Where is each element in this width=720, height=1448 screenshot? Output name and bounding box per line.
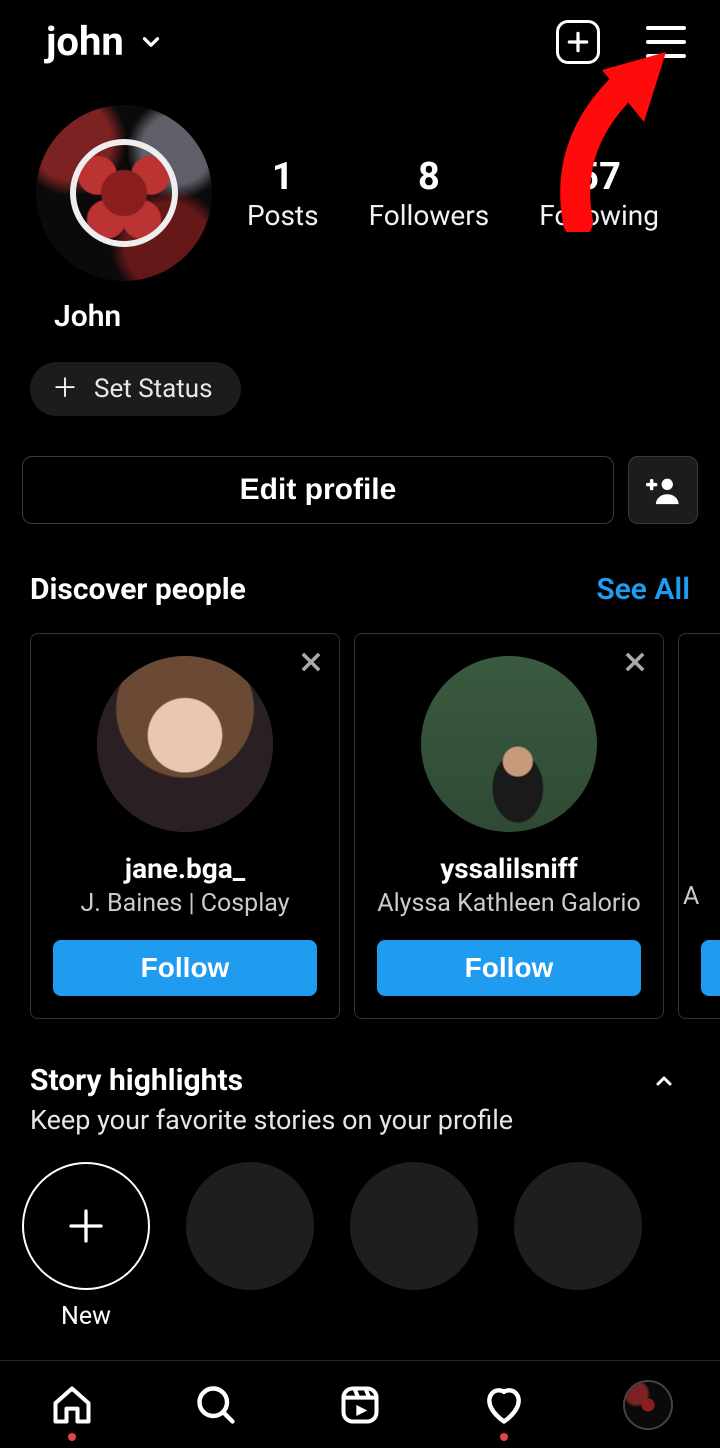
profile-summary-row: 1 Posts 8 Followers 57 Following xyxy=(0,75,720,281)
username-dropdown[interactable]: john xyxy=(46,18,164,65)
highlights-row: New xyxy=(0,1136,720,1331)
dismiss-card-button[interactable] xyxy=(621,648,649,680)
stat-posts[interactable]: 1 Posts xyxy=(247,155,319,232)
person-card: yssalilsniff Alyssa Kathleen Galorio Fol… xyxy=(354,633,664,1019)
dismiss-card-button[interactable] xyxy=(297,648,325,680)
discover-header: Discover people See All xyxy=(0,524,720,607)
stat-posts-count: 1 xyxy=(247,155,319,199)
close-icon xyxy=(297,648,325,676)
nav-reels[interactable] xyxy=(330,1375,390,1435)
discover-title: Discover people xyxy=(30,572,246,607)
set-status-button[interactable]: ＋ Set Status xyxy=(30,362,241,416)
follow-button[interactable] xyxy=(701,940,720,996)
nav-home[interactable] xyxy=(42,1375,102,1435)
stat-followers-count: 8 xyxy=(369,155,490,199)
close-icon xyxy=(621,648,649,676)
stat-following[interactable]: 57 Following xyxy=(539,155,659,232)
nav-activity[interactable] xyxy=(474,1375,534,1435)
home-icon xyxy=(50,1383,94,1427)
bottom-nav xyxy=(0,1360,720,1448)
discover-people-toggle[interactable] xyxy=(628,456,698,524)
nav-avatar-icon xyxy=(623,1380,673,1430)
heart-icon xyxy=(482,1383,526,1427)
notification-dot xyxy=(500,1433,508,1441)
profile-avatar[interactable] xyxy=(36,105,212,281)
person-avatar[interactable] xyxy=(421,656,597,832)
highlights-subtitle: Keep your favorite stories on your profi… xyxy=(0,1098,720,1136)
highlight-placeholder xyxy=(186,1162,314,1290)
reels-icon xyxy=(338,1383,382,1427)
chevron-down-icon xyxy=(138,29,164,55)
person-card: jane.bga_ J. Baines | Cosplay Follow xyxy=(30,633,340,1019)
highlight-placeholder xyxy=(514,1162,642,1290)
search-icon xyxy=(194,1383,238,1427)
highlights-title: Story highlights xyxy=(30,1063,243,1098)
highlight-placeholder xyxy=(350,1162,478,1290)
highlights-header[interactable]: Story highlights xyxy=(0,1019,720,1098)
discover-people-list[interactable]: jane.bga_ J. Baines | Cosplay Follow yss… xyxy=(0,607,720,1019)
person-card: A xyxy=(678,633,720,1019)
plus-icon xyxy=(565,29,591,55)
plus-icon: ＋ xyxy=(52,376,78,402)
person-subtitle: Alyssa Kathleen Galorio xyxy=(377,889,640,918)
header-username: john xyxy=(46,18,124,65)
profile-stats: 1 Posts 8 Followers 57 Following xyxy=(222,155,684,232)
hamburger-line xyxy=(646,40,686,44)
create-button[interactable] xyxy=(556,20,600,64)
stat-posts-label: Posts xyxy=(247,199,319,232)
nav-profile[interactable] xyxy=(618,1375,678,1435)
follow-button[interactable]: Follow xyxy=(53,940,317,996)
new-highlight-label: New xyxy=(61,1302,111,1331)
notification-dot xyxy=(68,1433,76,1441)
chevron-up-icon xyxy=(652,1069,676,1093)
edit-profile-button[interactable]: Edit profile xyxy=(22,456,614,524)
header-actions xyxy=(556,20,686,64)
person-subtitle: J. Baines | Cosplay xyxy=(80,889,289,918)
stat-following-count: 57 xyxy=(539,155,659,199)
profile-header: john xyxy=(0,0,720,75)
set-status-label: Set Status xyxy=(94,374,213,404)
plus-icon xyxy=(66,1206,106,1246)
see-all-link[interactable]: See All xyxy=(596,572,690,607)
profile-action-row: Edit profile xyxy=(0,416,720,524)
menu-button[interactable] xyxy=(646,26,686,58)
add-person-icon xyxy=(646,475,680,505)
stat-following-label: Following xyxy=(539,199,659,232)
person-subtitle: A xyxy=(683,882,699,911)
hamburger-line xyxy=(646,26,686,30)
person-username[interactable]: jane.bga_ xyxy=(125,852,245,885)
person-username[interactable]: yssalilsniff xyxy=(440,852,578,885)
hamburger-line xyxy=(646,54,686,58)
stat-followers-label: Followers xyxy=(369,199,490,232)
highlight-new: New xyxy=(22,1162,150,1331)
person-avatar[interactable] xyxy=(97,656,273,832)
follow-button[interactable]: Follow xyxy=(377,940,641,996)
new-highlight-button[interactable] xyxy=(22,1162,150,1290)
nav-search[interactable] xyxy=(186,1375,246,1435)
profile-display-name: John xyxy=(0,281,720,334)
stat-followers[interactable]: 8 Followers xyxy=(369,155,490,232)
